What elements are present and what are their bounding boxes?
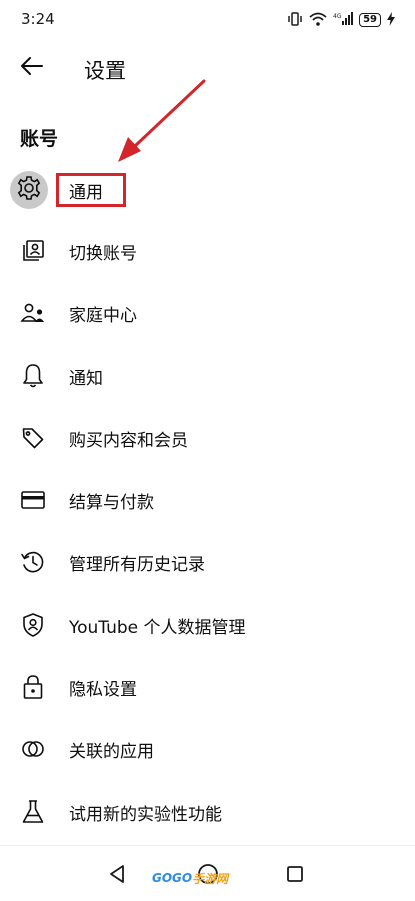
menu-item-privacy[interactable]: 隐私设置 bbox=[0, 661, 415, 713]
battery-level: 59 bbox=[363, 14, 377, 25]
menu-item-youtube-data[interactable]: YouTube 个人数据管理 bbox=[0, 599, 415, 651]
back-button[interactable] bbox=[14, 51, 50, 85]
charging-icon bbox=[387, 11, 395, 30]
bell-icon bbox=[20, 363, 46, 389]
linked-apps-icon bbox=[20, 736, 46, 762]
touch-highlight bbox=[10, 171, 48, 209]
4g-signal-icon: 4G bbox=[333, 11, 354, 30]
flask-icon bbox=[20, 799, 46, 825]
status-bar: 3:24 4G 59 bbox=[0, 0, 415, 40]
nav-back-button[interactable] bbox=[106, 864, 130, 888]
menu-item-notifications[interactable]: 通知 bbox=[0, 350, 415, 402]
menu-item-family-center[interactable]: 家庭中心 bbox=[0, 287, 415, 339]
menu-item-manage-history[interactable]: 管理所有历史记录 bbox=[0, 536, 415, 588]
app-header: 设置 bbox=[0, 45, 415, 91]
menu-item-switch-account[interactable]: 切换账号 bbox=[0, 225, 415, 277]
back-triangle-icon bbox=[108, 864, 128, 888]
menu-item-label: 结算与付款 bbox=[69, 493, 154, 513]
shield-person-icon bbox=[20, 612, 46, 638]
watermark-accent: 手游网 bbox=[192, 871, 229, 886]
page-title: 设置 bbox=[84, 59, 126, 83]
status-time: 3:24 bbox=[21, 10, 55, 28]
wifi-icon bbox=[309, 11, 327, 30]
svg-text:4G: 4G bbox=[333, 13, 342, 20]
menu-item-general[interactable]: 通用 bbox=[0, 164, 415, 216]
menu-item-label: 通用 bbox=[69, 183, 103, 203]
switch-account-icon bbox=[20, 238, 46, 264]
watermark-main: GOGO bbox=[152, 871, 193, 885]
gear-icon bbox=[16, 175, 42, 205]
menu-item-label: 管理所有历史记录 bbox=[69, 555, 205, 575]
family-icon bbox=[20, 300, 46, 326]
menu-item-label: 购买内容和会员 bbox=[69, 431, 188, 451]
menu-item-label: 试用新的实验性功能 bbox=[69, 805, 222, 825]
menu-item-linked-apps[interactable]: 关联的应用 bbox=[0, 723, 415, 775]
nav-recents-button[interactable] bbox=[283, 864, 307, 888]
menu-item-label: YouTube 个人数据管理 bbox=[69, 618, 246, 638]
section-title: 账号 bbox=[20, 128, 59, 150]
menu-item-experimental-features[interactable]: 试用新的实验性功能 bbox=[0, 786, 415, 838]
system-nav-bar: GOGO 手游网 bbox=[0, 845, 415, 901]
status-icons: 4G 59 bbox=[287, 11, 395, 29]
tag-icon bbox=[20, 425, 46, 451]
credit-card-icon bbox=[20, 487, 46, 513]
menu-item-billing-payments[interactable]: 结算与付款 bbox=[0, 474, 415, 526]
menu-item-label: 关联的应用 bbox=[69, 742, 154, 762]
menu-item-label: 通知 bbox=[69, 369, 103, 389]
menu-item-label: 隐私设置 bbox=[69, 680, 137, 700]
history-icon bbox=[20, 549, 46, 575]
battery-icon: 59 bbox=[359, 13, 381, 27]
watermark: GOGO 手游网 bbox=[152, 868, 228, 888]
vibrate-icon bbox=[287, 11, 303, 30]
menu-item-label: 家庭中心 bbox=[69, 306, 137, 326]
arrow-left-icon bbox=[21, 57, 43, 79]
recents-square-icon bbox=[285, 864, 305, 888]
menu-item-purchases-memberships[interactable]: 购买内容和会员 bbox=[0, 412, 415, 464]
lock-icon bbox=[20, 674, 46, 700]
menu-item-label: 切换账号 bbox=[69, 244, 137, 264]
